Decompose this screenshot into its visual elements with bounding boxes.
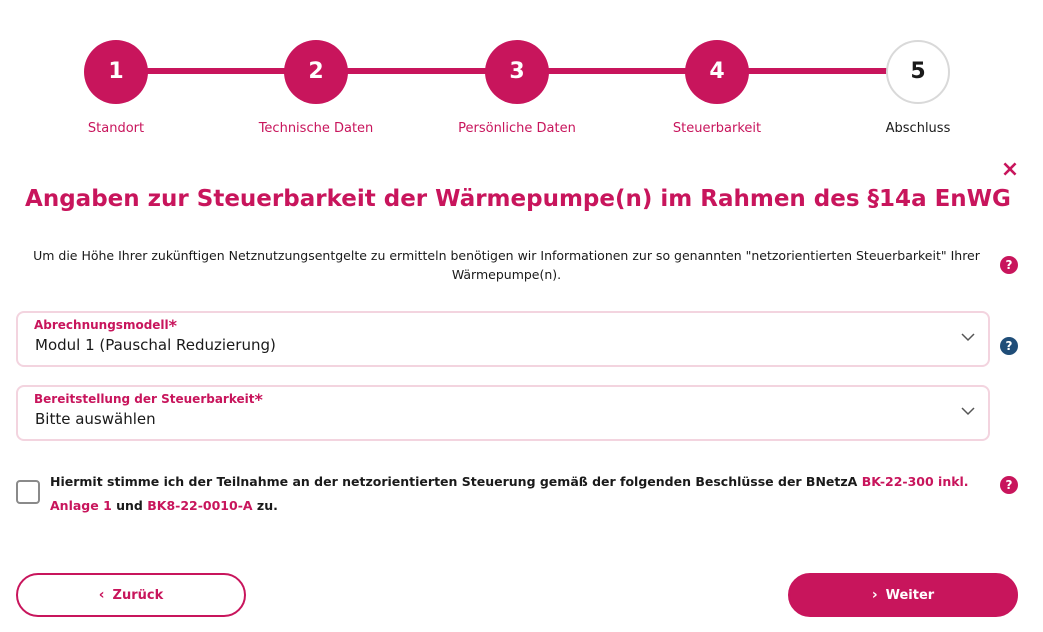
- step-label: Technische Daten: [258, 121, 374, 136]
- selected-value: Modul 1 (Pauschal Reduzierung): [35, 336, 276, 354]
- step-number: 1: [84, 40, 148, 104]
- progress-stepper: 1 Standort 2 Technische Daten 3 Persönli…: [0, 0, 1043, 150]
- required-marker: *: [254, 390, 263, 409]
- chevron-left-icon: ‹: [98, 587, 105, 603]
- help-icon[interactable]: ?: [1000, 256, 1018, 274]
- step-label: Abschluss: [885, 121, 951, 136]
- field-label-text: Bereitstellung der Steuerbarkeit: [34, 392, 255, 406]
- bereitstellung-select[interactable]: Bereitstellung der Steuerbarkeit* Bitte …: [16, 385, 990, 441]
- consent-checkbox[interactable]: [16, 480, 40, 504]
- chevron-right-icon: ›: [871, 587, 878, 603]
- field-label: Bereitstellung der Steuerbarkeit*: [34, 390, 263, 409]
- next-button[interactable]: › Weiter: [788, 573, 1018, 617]
- step-number: 4: [685, 40, 749, 104]
- step-number: 5: [886, 40, 950, 104]
- intro-text: Um die Höhe Ihrer zukünftigen Netznutzun…: [33, 248, 980, 282]
- help-icon[interactable]: ?: [1000, 337, 1018, 355]
- step-4-steuerbarkeit: 4 Steuerbarkeit: [617, 40, 817, 136]
- step-number: 3: [485, 40, 549, 104]
- step-3-persoenliche-daten[interactable]: 3 Persönliche Daten: [417, 40, 617, 136]
- step-label: Standort: [87, 121, 145, 136]
- consent-text-after: zu.: [252, 498, 278, 513]
- step-label: Persönliche Daten: [458, 121, 576, 136]
- step-number: 2: [284, 40, 348, 104]
- help-icon[interactable]: ?: [1000, 476, 1018, 494]
- step-2-technische-daten[interactable]: 2 Technische Daten: [216, 40, 416, 136]
- abrechnungsmodell-select[interactable]: Abrechnungsmodell* Modul 1 (Pauschal Red…: [16, 311, 990, 367]
- step-5-abschluss: 5 Abschluss: [818, 40, 1018, 136]
- next-button-label: Weiter: [885, 588, 935, 603]
- step-1-standort[interactable]: 1 Standort: [16, 40, 216, 136]
- step-label: Steuerbarkeit: [672, 121, 762, 136]
- back-button[interactable]: ‹ Zurück: [16, 573, 246, 617]
- consent-text-before: Hiermit stimme ich der Teilnahme an der …: [50, 474, 862, 489]
- close-icon[interactable]: ×: [1000, 158, 1020, 182]
- consent-text-middle: und: [111, 498, 148, 513]
- chevron-down-icon: [961, 407, 975, 416]
- field-label-text: Abrechnungsmodell: [34, 318, 169, 332]
- chevron-down-icon: [961, 333, 975, 342]
- field-label: Abrechnungsmodell*: [34, 316, 177, 335]
- back-button-label: Zurück: [112, 588, 164, 603]
- selected-value: Bitte auswählen: [35, 410, 156, 428]
- required-marker: *: [168, 316, 178, 335]
- link-bk8-22-0010-a[interactable]: BK8-22-0010-A: [147, 498, 252, 513]
- consent-text: Hiermit stimme ich der Teilnahme an der …: [50, 470, 970, 518]
- page-title: Angaben zur Steuerbarkeit der Wärmepumpe…: [25, 186, 1011, 212]
